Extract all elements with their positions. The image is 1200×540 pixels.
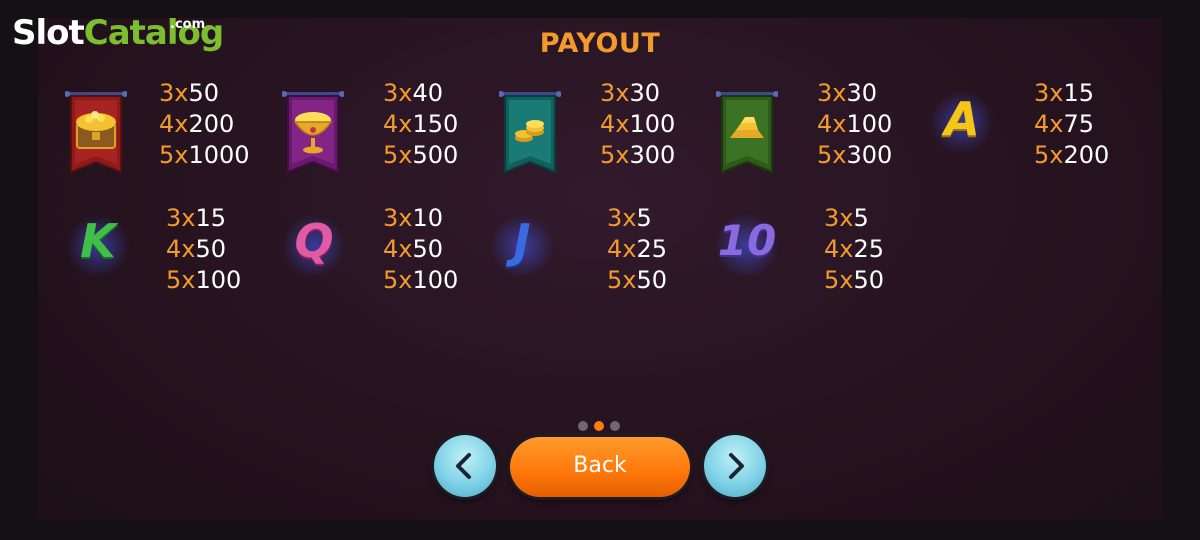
pays-gold-bars: 3x30 4x100 5x300: [817, 78, 892, 171]
next-page-button[interactable]: [704, 435, 766, 497]
gold-coins-icon: [498, 91, 562, 174]
symbol-letter-k: K: [66, 210, 130, 278]
pays-treasure-chest: 3x50 4x200 5x1000: [159, 78, 250, 171]
symbol-treasure-chest: [64, 88, 128, 178]
pay-row: 3x30: [600, 79, 661, 107]
pay-row: 4x75: [1034, 110, 1095, 138]
gold-bars-icon: [715, 91, 779, 174]
pay-row: 3x15: [166, 204, 227, 232]
symbol-gold-coins: [498, 88, 562, 178]
previous-page-button[interactable]: [434, 435, 496, 497]
symbol-golden-chalice: [281, 88, 345, 178]
pays-gold-coins: 3x30 4x100 5x300: [600, 78, 675, 171]
symbol-letter-j: J: [490, 210, 554, 278]
pays-number-10: 3x5 4x25 5x50: [824, 203, 884, 296]
page-dot-2: [594, 421, 604, 431]
pay-row: 3x5: [607, 204, 652, 232]
pay-row: 4x100: [817, 110, 893, 138]
number-10-icon: 10: [717, 216, 777, 265]
pay-row: 5x300: [600, 141, 676, 169]
pay-row: 4x50: [383, 235, 444, 263]
pay-row: 4x25: [607, 235, 668, 263]
pay-row: 4x150: [383, 110, 459, 138]
symbol-letter-q: Q: [282, 210, 346, 278]
pay-row: 3x50: [159, 79, 220, 107]
letter-q-icon: Q: [294, 214, 334, 268]
pays-golden-chalice: 3x40 4x150 5x500: [383, 78, 458, 171]
pay-row: 5x50: [607, 266, 668, 294]
pay-row: 4x200: [159, 110, 235, 138]
pay-row: 5x1000: [159, 141, 250, 169]
page-indicator: [578, 421, 626, 433]
pay-row: 3x5: [824, 204, 869, 232]
pay-row: 5x100: [166, 266, 242, 294]
pay-row: 5x200: [1034, 141, 1110, 169]
chevron-left-icon: [456, 453, 471, 479]
letter-j-icon: J: [513, 214, 531, 268]
pays-letter-j: 3x5 4x25 5x50: [607, 203, 667, 296]
pay-row: 3x40: [383, 79, 444, 107]
pay-row: 3x10: [383, 204, 444, 232]
page-dot-1: [578, 421, 588, 431]
symbol-gold-bars: [715, 88, 779, 178]
pay-row: 4x25: [824, 235, 885, 263]
page-title: PAYOUT: [539, 28, 661, 59]
symbol-number-10: 10: [710, 210, 784, 278]
chevron-right-icon: [729, 453, 744, 479]
letter-k-icon: K: [80, 214, 116, 268]
letter-a-icon: A: [944, 92, 980, 146]
symbol-letter-a: A: [930, 88, 994, 154]
page-dot-3: [610, 421, 620, 431]
back-button[interactable]: Back: [510, 437, 690, 497]
treasure-chest-icon: [64, 91, 128, 174]
pay-row: 3x30: [817, 79, 878, 107]
pay-row: 5x50: [824, 266, 885, 294]
pay-row: 5x500: [383, 141, 459, 169]
golden-chalice-icon: [281, 91, 345, 174]
pays-letter-k: 3x15 4x50 5x100: [166, 203, 241, 296]
pay-row: 3x15: [1034, 79, 1095, 107]
pays-letter-a: 3x15 4x75 5x200: [1034, 78, 1109, 171]
pays-letter-q: 3x10 4x50 5x100: [383, 203, 458, 296]
pay-row: 4x100: [600, 110, 676, 138]
pay-row: 4x50: [166, 235, 227, 263]
pay-row: 5x100: [383, 266, 459, 294]
pay-row: 5x300: [817, 141, 893, 169]
